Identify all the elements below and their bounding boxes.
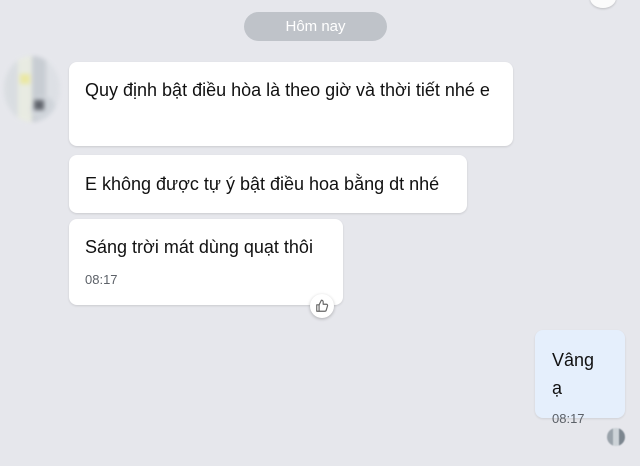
message-text: Sáng trời mát dùng quạt thôi bbox=[85, 237, 313, 257]
corner-avatar[interactable] bbox=[590, 0, 616, 8]
outgoing-message[interactable]: Vâng ạ 08:17 bbox=[535, 330, 625, 426]
message-text: E không được tự ý bật điều hoa bằng dt n… bbox=[85, 174, 440, 194]
avatar-pixel bbox=[34, 100, 44, 110]
message-time: 08:17 bbox=[85, 272, 118, 287]
incoming-message-3[interactable]: Sáng trời mát dùng quạt thôi 08:17 bbox=[69, 219, 343, 305]
incoming-message-2[interactable]: E không được tự ý bật điều hoa bằng dt n… bbox=[69, 155, 467, 213]
date-divider: Hôm nay bbox=[244, 12, 387, 41]
message-text: Vâng ạ bbox=[552, 350, 595, 398]
sender-avatar[interactable] bbox=[4, 56, 60, 122]
incoming-message-1[interactable]: Quy định bật điều hòa là theo giờ và thờ… bbox=[69, 62, 513, 146]
avatar-pixel bbox=[20, 74, 30, 84]
thumbs-up-icon[interactable] bbox=[310, 294, 334, 318]
message-time: 08:17 bbox=[552, 411, 585, 426]
message-text: Quy định bật điều hòa là theo giờ và thờ… bbox=[85, 80, 490, 100]
seen-avatar bbox=[607, 428, 625, 446]
